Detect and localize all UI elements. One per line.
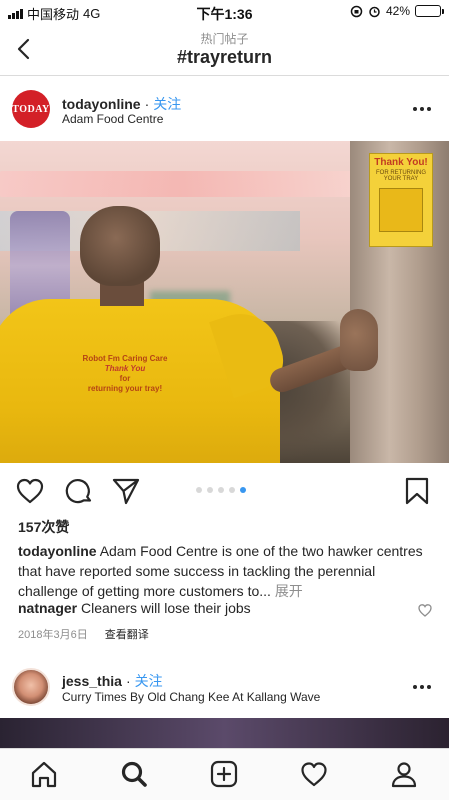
comment-username[interactable]: natnager (18, 600, 77, 616)
separator: · (125, 673, 131, 689)
avatar[interactable]: TODAY (12, 90, 50, 128)
next-post-location[interactable]: Curry Times By Old Chang Kee At Kallang … (62, 690, 320, 704)
carousel-dot (240, 487, 246, 493)
profile-icon[interactable] (389, 759, 419, 789)
status-right: 42% (350, 4, 444, 18)
more-options-icon[interactable] (413, 680, 435, 694)
carousel-dot (229, 487, 235, 493)
shirt-print: Robot Fm Caring Care Thank You for retur… (60, 354, 190, 398)
follow-button[interactable]: 关注 (153, 96, 181, 112)
caption: todayonline Adam Food Centre is one of t… (18, 541, 428, 601)
next-post-username[interactable]: jess_thia (62, 673, 122, 689)
bookmark-icon[interactable] (401, 475, 433, 507)
nav-header: 热门帖子 #trayreturn (0, 24, 449, 76)
post-username-row: todayonline · 关注 (62, 94, 181, 114)
tab-bar (0, 748, 449, 800)
battery-icon (415, 5, 444, 17)
home-icon[interactable] (29, 759, 59, 789)
post-meta: 2018年3月6日 查看翻译 (18, 626, 149, 642)
caption-username[interactable]: todayonline (18, 543, 97, 559)
post-date: 2018年3月6日 (18, 629, 88, 641)
status-bar: 中国移动 4G 下午1:36 42% (0, 0, 449, 24)
action-bar (0, 473, 449, 509)
sign-title: Thank You! (374, 157, 428, 168)
carousel-dot (196, 487, 202, 493)
battery-percent: 42% (385, 4, 410, 18)
post-image[interactable]: Thank You! FOR RETURNING YOUR TRAY Robot… (0, 141, 449, 463)
carousel-dot (207, 487, 213, 493)
man-head (80, 206, 160, 286)
post-header: TODAY todayonline · 关注 Adam Food Centre (0, 82, 449, 138)
more-options-icon[interactable] (413, 102, 435, 116)
shirt-line: for (119, 374, 131, 383)
translate-link[interactable]: 查看翻译 (105, 629, 149, 641)
shirt-line: returning your tray! (87, 384, 163, 393)
post-username[interactable]: todayonline (62, 96, 141, 112)
thank-you-sign: Thank You! FOR RETURNING YOUR TRAY (369, 153, 433, 247)
heart-icon[interactable] (299, 759, 329, 789)
lock-rotation-icon (350, 5, 363, 17)
separator: · (144, 96, 150, 112)
comment: natnager Cleaners will lose their jobs (18, 600, 408, 616)
carousel-indicator (196, 487, 246, 493)
avatar[interactable] (12, 668, 50, 706)
next-post-image[interactable] (0, 718, 449, 748)
sign-subtitle: FOR RETURNING YOUR TRAY (376, 170, 426, 182)
pillar: Thank You! FOR RETURNING YOUR TRAY (350, 141, 449, 463)
next-post-username-row: jess_thia · 关注 (62, 671, 163, 691)
page-title: #trayreturn (176, 47, 273, 67)
comment-text: Cleaners will lose their jobs (81, 600, 251, 616)
shirt-line: Thank You (104, 364, 146, 373)
add-icon[interactable] (209, 759, 239, 789)
share-icon[interactable] (110, 475, 142, 507)
shirt-line: Robot Fm Caring Care (82, 354, 168, 363)
comment-like-heart-icon[interactable] (417, 602, 433, 618)
alarm-icon (369, 6, 380, 17)
comment-icon[interactable] (63, 475, 95, 507)
like-heart-icon[interactable] (14, 475, 46, 507)
like-count[interactable]: 157次赞 (18, 517, 69, 537)
expand-caption-link[interactable]: 展开 (275, 583, 303, 599)
post-location[interactable]: Adam Food Centre (62, 112, 163, 126)
search-icon[interactable] (119, 759, 149, 789)
nav-subtitle: 热门帖子 (200, 32, 249, 46)
follow-button[interactable]: 关注 (135, 673, 163, 689)
carousel-dot (218, 487, 224, 493)
next-post-header: jess_thia · 关注 Curry Times By Old Chang Ke… (0, 662, 449, 714)
